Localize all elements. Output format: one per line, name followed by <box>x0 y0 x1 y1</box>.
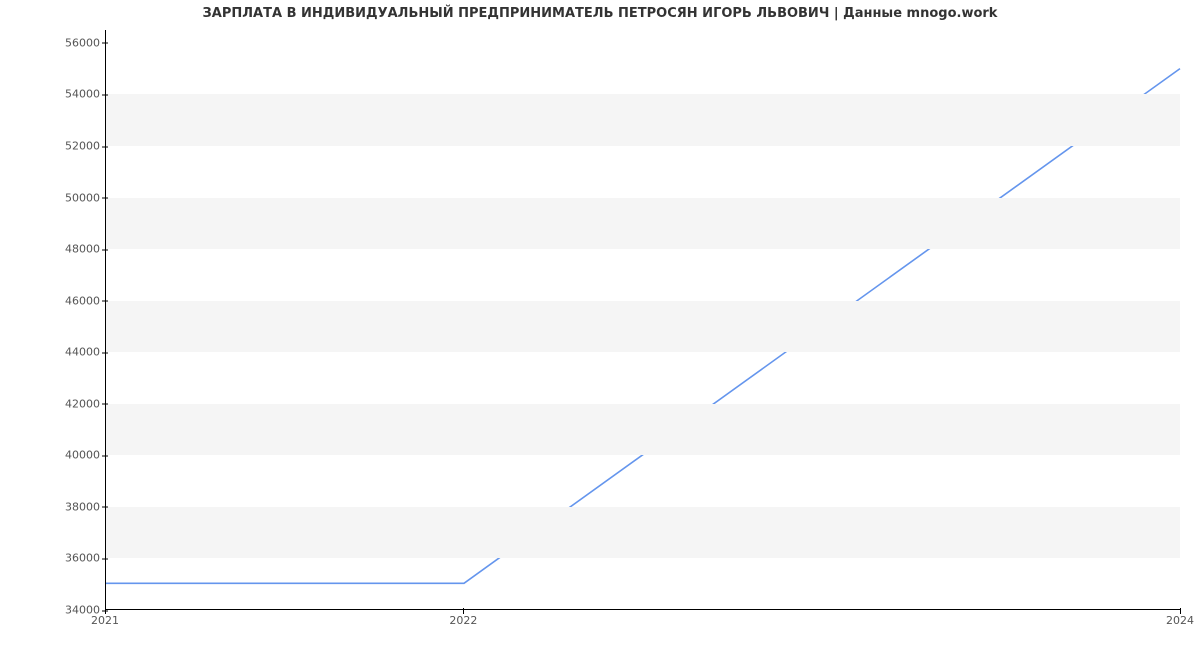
y-tick-label: 48000 <box>10 243 100 256</box>
grid-band <box>106 198 1180 250</box>
grid-band <box>106 404 1180 456</box>
y-tick-label: 36000 <box>10 552 100 565</box>
chart-title: ЗАРПЛАТА В ИНДИВИДУАЛЬНЫЙ ПРЕДПРИНИМАТЕЛ… <box>0 6 1200 21</box>
x-tick-label: 2021 <box>91 614 119 627</box>
y-tick-label: 38000 <box>10 500 100 513</box>
y-tick-label: 50000 <box>10 191 100 204</box>
grid-band <box>106 301 1180 353</box>
y-tick-label: 40000 <box>10 449 100 462</box>
plot-area <box>105 30 1180 610</box>
y-tick-label: 46000 <box>10 294 100 307</box>
grid-band <box>106 507 1180 559</box>
y-tick-label: 42000 <box>10 397 100 410</box>
y-tick-label: 52000 <box>10 140 100 153</box>
x-tick-label: 2022 <box>449 614 477 627</box>
y-tick-label: 34000 <box>10 604 100 617</box>
y-tick-label: 56000 <box>10 36 100 49</box>
chart-container: ЗАРПЛАТА В ИНДИВИДУАЛЬНЫЙ ПРЕДПРИНИМАТЕЛ… <box>0 0 1200 650</box>
y-tick-label: 54000 <box>10 88 100 101</box>
grid-band <box>106 94 1180 146</box>
x-tick-label: 2024 <box>1166 614 1194 627</box>
y-tick-label: 44000 <box>10 346 100 359</box>
